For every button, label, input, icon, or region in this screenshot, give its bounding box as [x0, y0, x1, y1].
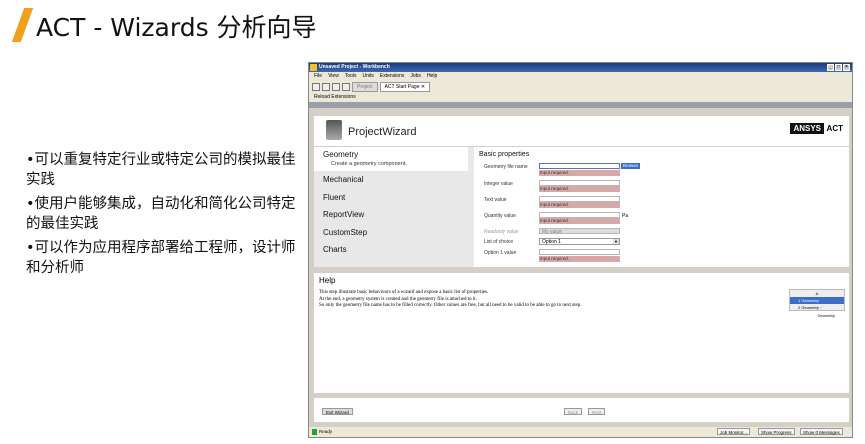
maximize-button[interactable]: □	[835, 64, 842, 71]
menu-view[interactable]: View	[328, 72, 339, 81]
menu-bar: File View Tools Units Extensions Jobs He…	[309, 72, 852, 81]
step-description: Create a geometry component.	[331, 161, 407, 167]
step-label: Geometry	[323, 150, 359, 159]
help-panel: Help This step illustrate basic behaviou…	[314, 273, 849, 393]
menu-jobs[interactable]: Jobs	[410, 72, 421, 81]
wizard-title: ProjectWizard	[348, 126, 417, 138]
status-bar: Ready Job Monitor... Show Progress Show …	[309, 427, 852, 437]
window-controls: _ □ ×	[827, 64, 850, 71]
help-text: This step illustrate basic behaviours of…	[319, 290, 739, 310]
ansys-logo: ANSYS	[790, 123, 824, 134]
menu-help[interactable]: Help	[427, 72, 437, 81]
bullet-item: •可以重复特定行业或特定公司的模拟最佳实践	[26, 152, 296, 188]
window-title: Unsaved Project - Workbench	[319, 64, 390, 70]
step-geometry[interactable]: Geometry Create a geometry component.	[314, 147, 468, 171]
reload-extensions-button[interactable]: Reload Extensions	[309, 93, 852, 102]
wizard-steps: Geometry Create a geometry component. Me…	[314, 147, 468, 267]
step-fluent[interactable]: Fluent	[314, 189, 468, 207]
workbench-window: Unsaved Project - Workbench _ □ × File V…	[308, 62, 853, 438]
menu-units[interactable]: Units	[363, 72, 374, 81]
step-charts[interactable]: Charts	[314, 241, 468, 259]
input-required-message: Input required.	[539, 186, 620, 192]
save-as-icon[interactable]	[342, 83, 350, 91]
tab-close-icon[interactable]: ✕	[421, 84, 425, 90]
project-wizard-icon	[326, 120, 342, 140]
quantity-value-label: Quantity value	[484, 213, 516, 219]
list-of-choice-select[interactable]: Option 1 ▼	[539, 238, 620, 245]
check-icon: ✓	[820, 305, 824, 310]
toolbar-tabs: Project ACT Start Page ✕	[309, 81, 852, 93]
help-heading: Help	[319, 276, 336, 285]
status-indicator-icon	[312, 429, 317, 435]
help-line: So only the geometry file name has to be…	[319, 303, 582, 308]
new-icon[interactable]	[312, 83, 320, 91]
reload-extensions-label: Reload Extensions	[314, 94, 356, 100]
toolbar-separator	[309, 102, 852, 108]
ansys-app-icon	[310, 64, 317, 71]
save-icon[interactable]	[332, 83, 340, 91]
list-of-choice-label: List of choice	[484, 239, 514, 245]
schematic-row-number: 2	[798, 305, 801, 310]
minimize-button[interactable]: _	[827, 64, 834, 71]
schematic-row-label: Geometry	[801, 298, 819, 303]
bullet-item: •使用户能够集成，自动化和简化公司特定的最佳实践	[26, 196, 296, 232]
open-icon[interactable]	[322, 83, 330, 91]
title-accent-bar	[11, 8, 34, 42]
schematic-caption: Geometry	[817, 313, 835, 318]
window-titlebar: Unsaved Project - Workbench _ □ ×	[309, 63, 852, 72]
geometry-system-schematic: A 1 Geometry 2 Geometry ✓	[789, 289, 845, 311]
act-label: ACT	[826, 124, 843, 133]
slide: ACT - Wizards 分析向导 •可以重复特定行业或特定公司的模拟最佳实践…	[0, 0, 865, 444]
input-required-message: Input required.	[539, 170, 620, 176]
geometry-file-input[interactable]	[539, 163, 620, 169]
tab-act-start-page[interactable]: ACT Start Page ✕	[379, 82, 431, 92]
show-progress-button[interactable]: Show Progress	[758, 428, 795, 435]
readonly-value-label: Readonly value	[484, 229, 519, 235]
menu-tools[interactable]: Tools	[345, 72, 357, 81]
next-button[interactable]: Next	[588, 408, 606, 415]
back-button[interactable]: Back	[564, 408, 583, 415]
input-required-message: Input required.	[539, 202, 620, 208]
bullet-item: •可以作为应用程序部署给工程师，设计师和分析师	[26, 240, 296, 276]
step-reportview[interactable]: ReportView	[314, 206, 468, 224]
schematic-row-number: 1	[798, 298, 801, 303]
status-text: Ready	[319, 429, 333, 434]
wizard-footer: Exit Wizard Back Next	[314, 398, 849, 422]
input-required-message: Input required.	[539, 256, 620, 262]
properties-heading: Basic properties	[479, 151, 530, 158]
schematic-row-label: Geometry	[801, 305, 819, 310]
wizard-content: Geometry Create a geometry component. Me…	[314, 147, 849, 267]
select-value: Option 1	[542, 239, 561, 245]
tab-label: ACT Start Page	[384, 84, 420, 90]
input-required-message: Input required.	[539, 218, 620, 224]
tab-project[interactable]: Project	[352, 82, 378, 92]
properties-panel: Basic properties Geometry file name Brow…	[474, 147, 849, 267]
bullet-list: •可以重复特定行业或特定公司的模拟最佳实践 •使用户能够集成，自动化和简化公司特…	[26, 150, 301, 282]
close-button[interactable]: ×	[843, 64, 850, 71]
quantity-unit: Pa	[622, 213, 629, 219]
option-1-value-label: Option 1 value	[484, 250, 517, 256]
schematic-header: A	[815, 291, 819, 296]
show-messages-button[interactable]: Show 0 Messages	[800, 428, 843, 435]
schematic-row: 1 Geometry	[790, 297, 844, 304]
browse-button[interactable]: Browse	[621, 163, 640, 169]
step-customstep[interactable]: CustomStep	[314, 224, 468, 242]
chevron-down-icon[interactable]: ▼	[613, 239, 619, 244]
readonly-value-field: My value	[539, 228, 620, 235]
schematic-row: 2 Geometry ✓	[790, 304, 844, 311]
menu-file[interactable]: File	[314, 72, 322, 81]
integer-value-label: Integer value	[484, 181, 513, 187]
menu-extensions[interactable]: Extensions	[380, 72, 404, 81]
text-value-label: Text value	[484, 197, 507, 203]
option-1-value-input[interactable]	[539, 249, 620, 255]
geometry-file-label: Geometry file name	[484, 164, 528, 170]
step-mechanical[interactable]: Mechanical	[314, 171, 468, 189]
wizard-header: ProjectWizard ANSYS ACT	[314, 116, 849, 146]
job-monitor-button[interactable]: Job Monitor...	[717, 428, 751, 435]
slide-title: ACT - Wizards 分析向导	[36, 13, 317, 42]
exit-wizard-button[interactable]: Exit Wizard	[322, 408, 353, 415]
